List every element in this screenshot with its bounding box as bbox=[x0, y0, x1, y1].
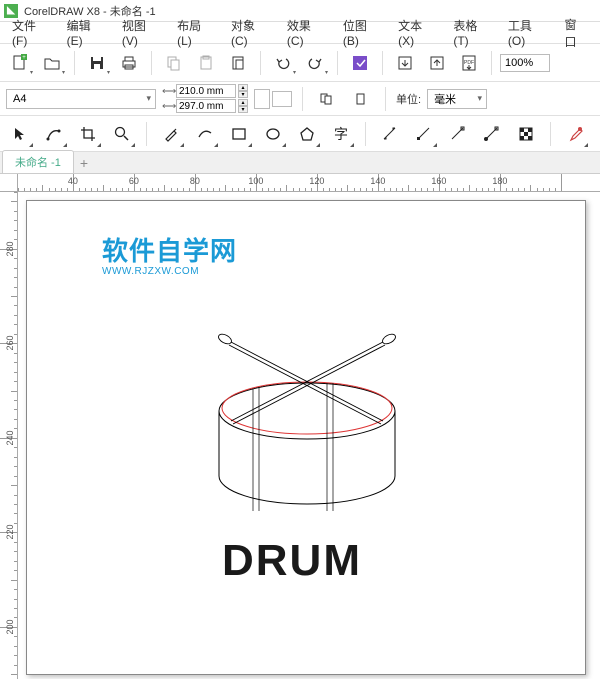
menu-view[interactable]: 视图(V) bbox=[114, 17, 169, 48]
width-spinner[interactable]: ▴▾ bbox=[238, 84, 248, 98]
menu-edit[interactable]: 编辑(E) bbox=[59, 17, 114, 48]
blend-tool[interactable] bbox=[478, 120, 506, 148]
paper-size-dropdown[interactable]: A4 bbox=[6, 89, 156, 109]
horizontal-ruler[interactable]: 406080100120140160180 bbox=[18, 174, 600, 192]
zoom-tool[interactable] bbox=[108, 120, 136, 148]
document-tab[interactable]: 未命名 -1 bbox=[2, 150, 74, 173]
separator bbox=[337, 51, 338, 75]
page-dimensions: ⟷ ▴▾ ⟷ ▴▾ bbox=[162, 84, 248, 113]
new-button[interactable]: +▾ bbox=[6, 49, 34, 77]
print-button[interactable] bbox=[115, 49, 143, 77]
menu-bitmap[interactable]: 位图(B) bbox=[335, 17, 390, 48]
drop-shadow-tool[interactable] bbox=[444, 120, 472, 148]
all-pages-button[interactable] bbox=[313, 85, 341, 113]
svg-text:+: + bbox=[22, 55, 26, 61]
drum-drawing bbox=[177, 281, 437, 521]
search-button[interactable] bbox=[346, 49, 374, 77]
artistic-media-tool[interactable] bbox=[191, 120, 219, 148]
watermark: 软件自学网 WWW.RJZXW.COM bbox=[102, 231, 237, 277]
connector-tool[interactable] bbox=[410, 120, 438, 148]
separator bbox=[365, 122, 366, 146]
clipboard-button[interactable] bbox=[224, 49, 252, 77]
watermark-cn: 软件自学网 bbox=[102, 231, 237, 268]
document-tabs: 未命名 -1 + bbox=[0, 152, 600, 174]
dimension-tool[interactable] bbox=[376, 120, 404, 148]
separator bbox=[302, 87, 303, 111]
menu-text[interactable]: 文本(X) bbox=[390, 17, 445, 48]
add-tab-button[interactable]: + bbox=[74, 153, 94, 173]
menu-layout[interactable]: 布局(L) bbox=[169, 17, 223, 48]
separator bbox=[385, 87, 386, 111]
eyedropper-tool[interactable] bbox=[561, 120, 589, 148]
separator bbox=[550, 122, 551, 146]
page-height-input[interactable] bbox=[176, 99, 236, 113]
current-page-button[interactable] bbox=[347, 85, 375, 113]
transparency-tool[interactable] bbox=[512, 120, 540, 148]
workspace: 406080100120140160180 280260240220200180… bbox=[0, 174, 600, 679]
page: 软件自学网 WWW.RJZXW.COM bbox=[26, 200, 586, 675]
text-tool[interactable]: 字 bbox=[327, 120, 355, 148]
drum-text: DRUM bbox=[222, 536, 362, 586]
unit-label: 单位: bbox=[396, 91, 421, 107]
rectangle-tool[interactable] bbox=[225, 120, 253, 148]
shape-tool[interactable] bbox=[40, 120, 68, 148]
separator bbox=[74, 51, 75, 75]
property-bar: A4 ⟷ ▴▾ ⟷ ▴▾ 单位: 毫米 bbox=[0, 82, 600, 116]
separator bbox=[260, 51, 261, 75]
redo-button[interactable]: ▾ bbox=[301, 49, 329, 77]
zoom-input[interactable] bbox=[500, 54, 550, 72]
menu-table[interactable]: 表格(T) bbox=[445, 17, 500, 48]
menu-tools[interactable]: 工具(O) bbox=[500, 17, 557, 48]
app-logo-icon: ◣ bbox=[4, 4, 18, 18]
import-button[interactable] bbox=[391, 49, 419, 77]
height-icon: ⟷ bbox=[162, 101, 174, 112]
menu-bar: 文件(F) 编辑(E) 视图(V) 布局(L) 对象(C) 效果(C) 位图(B… bbox=[0, 22, 600, 44]
save-button[interactable]: ▾ bbox=[83, 49, 111, 77]
crop-tool[interactable] bbox=[74, 120, 102, 148]
canvas-area[interactable]: 软件自学网 WWW.RJZXW.COM bbox=[18, 192, 600, 679]
toolbox: 字 bbox=[0, 116, 600, 152]
width-icon: ⟷ bbox=[162, 86, 174, 97]
publish-pdf-button[interactable]: PDF bbox=[455, 49, 483, 77]
separator bbox=[491, 51, 492, 75]
paste-button[interactable] bbox=[192, 49, 220, 77]
portrait-button[interactable] bbox=[254, 89, 270, 109]
menu-object[interactable]: 对象(C) bbox=[223, 17, 279, 48]
height-spinner[interactable]: ▴▾ bbox=[238, 99, 248, 113]
vertical-ruler[interactable]: 280260240220200180 bbox=[0, 192, 18, 679]
export-button[interactable] bbox=[423, 49, 451, 77]
menu-file[interactable]: 文件(F) bbox=[4, 17, 59, 48]
freehand-tool[interactable] bbox=[157, 120, 185, 148]
separator bbox=[151, 51, 152, 75]
ruler-origin[interactable] bbox=[0, 174, 18, 192]
open-button[interactable]: ▾ bbox=[38, 49, 66, 77]
copy-button[interactable] bbox=[160, 49, 188, 77]
orientation-group bbox=[254, 89, 292, 109]
ellipse-tool[interactable] bbox=[259, 120, 287, 148]
landscape-button[interactable] bbox=[272, 91, 292, 107]
menu-effect[interactable]: 效果(C) bbox=[279, 17, 335, 48]
undo-button[interactable]: ▾ bbox=[269, 49, 297, 77]
menu-window[interactable]: 窗口 bbox=[556, 16, 596, 50]
separator bbox=[382, 51, 383, 75]
svg-text:字: 字 bbox=[334, 126, 348, 142]
unit-dropdown[interactable]: 毫米 bbox=[427, 89, 487, 109]
separator bbox=[146, 122, 147, 146]
pick-tool[interactable] bbox=[6, 120, 34, 148]
standard-toolbar: +▾ ▾ ▾ ▾ ▾ PDF bbox=[0, 44, 600, 82]
page-width-input[interactable] bbox=[176, 84, 236, 98]
polygon-tool[interactable] bbox=[293, 120, 321, 148]
